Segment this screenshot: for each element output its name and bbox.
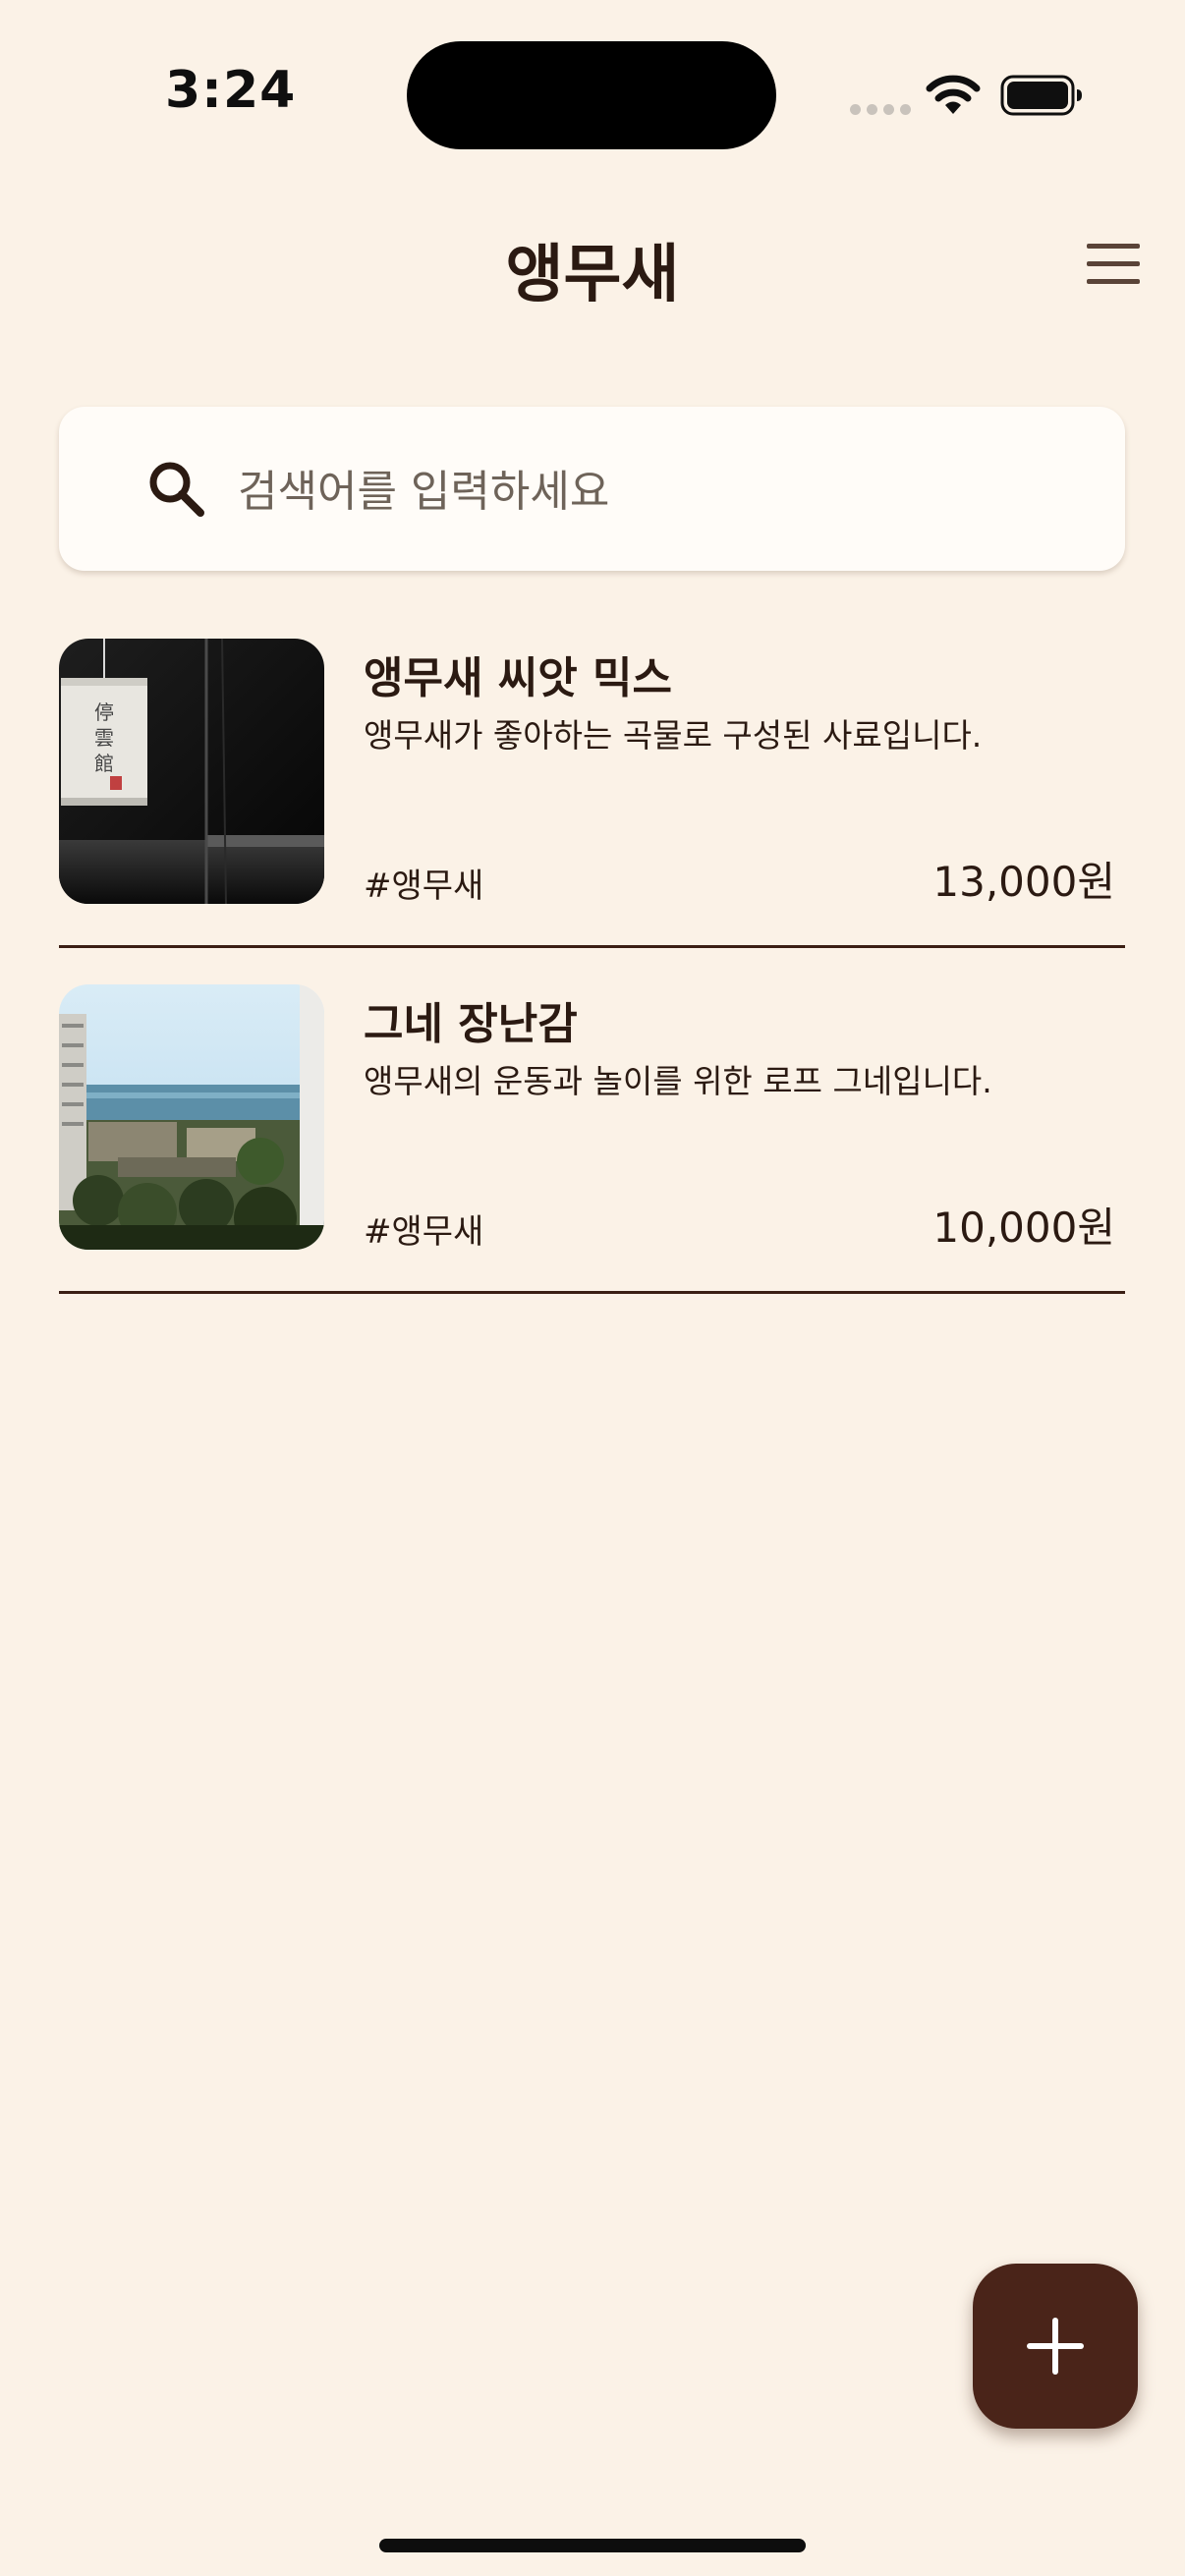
product-tag: #앵무새 [364, 867, 484, 906]
product-item[interactable]: 그네 장난감 앵무새의 운동과 놀이를 위한 로프 그네입니다. #앵무새 10… [59, 984, 1125, 1294]
svg-text:停: 停 [94, 700, 114, 724]
product-image-coast [59, 984, 324, 1250]
svg-text:雲: 雲 [94, 726, 114, 750]
status-time: 3:24 [165, 61, 297, 120]
status-bar: 3:24 [0, 0, 1185, 187]
product-price: 10,000원 [932, 1204, 1115, 1252]
search-icon [149, 462, 204, 517]
add-product-button[interactable] [973, 2264, 1138, 2429]
app-header: 앵무새 [0, 196, 1185, 334]
plus-icon [1027, 2318, 1084, 2375]
wifi-icon [926, 75, 981, 114]
product-description: 앵무새가 좋아하는 곡물로 구성된 사료입니다. [364, 716, 983, 755]
product-price: 13,000원 [932, 858, 1115, 906]
product-image-lantern: 停 雲 館 [59, 639, 324, 904]
product-name: 그네 장난감 [364, 999, 578, 1049]
product-name: 앵무새 씨앗 믹스 [364, 653, 672, 703]
product-tag: #앵무새 [364, 1212, 484, 1252]
product-item[interactable]: 停 雲 館 앵무새 씨앗 믹스 앵무새가 좋아하는 곡물로 구성된 사료입니다.… [59, 639, 1125, 948]
cellular-signal-icon [850, 104, 911, 115]
home-indicator[interactable] [379, 2539, 806, 2552]
battery-icon [1000, 75, 1082, 116]
product-description: 앵무새의 운동과 놀이를 위한 로프 그네입니다. [364, 1062, 992, 1100]
search-box[interactable] [59, 407, 1125, 571]
menu-button[interactable] [1081, 240, 1146, 289]
product-list: 停 雲 館 앵무새 씨앗 믹스 앵무새가 좋아하는 곡물로 구성된 사료입니다.… [59, 639, 1125, 1330]
search-input[interactable] [236, 446, 1085, 536]
dynamic-island [407, 41, 776, 149]
svg-text:館: 館 [94, 752, 114, 775]
page-title: 앵무새 [505, 239, 680, 311]
